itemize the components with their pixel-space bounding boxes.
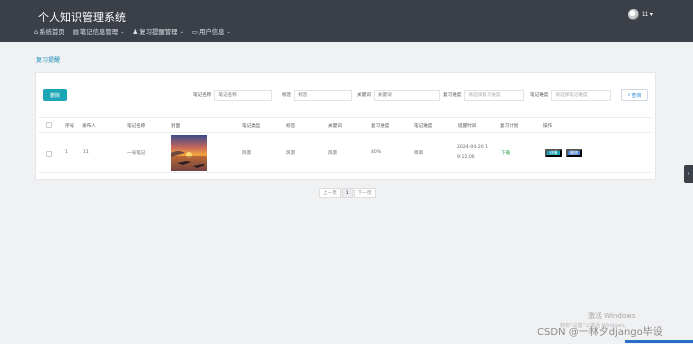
cell-progress: 40% xyxy=(371,150,382,155)
cell-tag: 风景 xyxy=(286,151,296,156)
filter-note-name-label: 笔记名称 xyxy=(193,93,212,98)
difficulty-select[interactable]: 请选择笔记难度 xyxy=(551,89,612,101)
nav-home-label: 系统首页 xyxy=(39,28,65,36)
header-note-name: 笔记名称 xyxy=(127,124,146,129)
progress-select-placeholder: 请选择复习进度 xyxy=(468,93,501,98)
filter-progress-label: 复习进度 xyxy=(443,93,462,98)
detail-button[interactable]: 详情 xyxy=(545,149,562,157)
cell-remind-time-clock: 9:12:06 xyxy=(457,155,475,160)
row-checkbox[interactable] xyxy=(46,151,52,157)
nav-user-info-label: 用户信息 xyxy=(198,28,225,36)
cover-thumbnail xyxy=(171,135,207,171)
filter-note-name: 笔记名称 xyxy=(193,89,273,101)
breadcrumb[interactable]: 复习提醒 xyxy=(36,55,60,64)
filter-difficulty: 笔记难度 请选择笔记难度 xyxy=(530,89,612,101)
note-name-input[interactable] xyxy=(214,89,273,101)
next-page-button[interactable]: 下一页 xyxy=(353,188,376,198)
prev-page-button[interactable]: 上一页 xyxy=(319,188,341,198)
nav-user-info[interactable]: ▭ 用户信息 ⌄ xyxy=(191,27,231,37)
download-link[interactable]: 下载 xyxy=(501,150,510,156)
header-progress: 复习进度 xyxy=(371,124,390,129)
cell-keyword: 风景 xyxy=(328,151,338,156)
sunset-lake-image xyxy=(171,135,207,171)
keyword-input[interactable] xyxy=(373,89,440,101)
progress-select[interactable]: 请选择复习进度 xyxy=(464,89,525,101)
app-title: 个人知识管理系统 xyxy=(38,11,126,24)
filter-difficulty-label: 笔记难度 xyxy=(530,93,549,98)
difficulty-select-placeholder: 请选择笔记难度 xyxy=(555,93,588,98)
user-name: 11 ▾ xyxy=(642,12,653,18)
search-button[interactable]: ⌕ 查询 xyxy=(621,89,648,101)
cell-difficulty: 简单 xyxy=(414,151,424,156)
header-remind-time: 提醒时间 xyxy=(458,124,477,129)
user-menu[interactable]: 11 ▾ xyxy=(628,9,653,20)
filter-tag: 标签 xyxy=(282,89,353,101)
header-actions: 操作 xyxy=(543,124,553,129)
filter-progress: 复习进度 请选择复习进度 xyxy=(443,89,525,101)
header-index: 序号 xyxy=(65,124,75,129)
chevron-down-icon: ⌄ xyxy=(226,28,231,35)
delete-button[interactable]: 删除 xyxy=(43,89,67,101)
main-nav: ⌂ 系统首页 ▤ 笔记信息管理 ⌄ ♟ 复习提醒管理 ⌄ ▭ 用户信息 ⌄ xyxy=(34,27,231,37)
nav-home[interactable]: ⌂ 系统首页 xyxy=(34,27,65,37)
nav-review-management[interactable]: ♟ 复习提醒管理 ⌄ xyxy=(132,27,184,37)
nav-note-management-label: 笔记信息管理 xyxy=(79,28,119,36)
chevron-down-icon: ⌄ xyxy=(120,28,125,35)
filter-keyword-label: 关键词 xyxy=(357,93,371,98)
person-icon: ♟ xyxy=(132,27,139,36)
scrollbar[interactable] xyxy=(625,340,693,343)
cell-note-name: 一号笔记 xyxy=(127,151,146,156)
tag-input[interactable] xyxy=(294,89,353,101)
avatar xyxy=(628,9,639,20)
nav-review-management-label: 复习提醒管理 xyxy=(139,28,178,36)
header-note-type: 笔记类型 xyxy=(242,124,261,129)
cell-index: 1 xyxy=(65,150,68,155)
header-difficulty: 笔记难度 xyxy=(414,124,433,129)
row-delete-button[interactable]: 删除 xyxy=(566,149,582,157)
page-1-button[interactable]: 1 xyxy=(341,188,353,198)
csdn-watermark: CSDN @一林夕django毕设 xyxy=(537,327,663,338)
table-header: 序号 发布人 笔记名称 封面 笔记类型 标签 关键词 复习进度 笔记难度 提醒时… xyxy=(38,117,652,133)
header-keyword: 关键词 xyxy=(328,124,342,129)
home-icon: ⌂ xyxy=(34,27,39,36)
search-button-label: 查询 xyxy=(631,92,642,99)
header-publisher: 发布人 xyxy=(82,124,96,129)
windows-activation-watermark: 激活 Windows xyxy=(588,312,636,320)
pagination: 上一页 1 下一页 xyxy=(319,188,376,198)
side-toggle-tab[interactable]: ‹ xyxy=(684,165,693,183)
header-tag: 标签 xyxy=(286,124,296,129)
cell-publisher: 11 xyxy=(83,150,89,155)
filter-keyword: 关键词 xyxy=(357,89,440,101)
cell-remind-time-date: 2024-04-20 1 xyxy=(457,145,489,150)
header-cover: 封面 xyxy=(171,124,181,129)
select-all-checkbox[interactable] xyxy=(46,122,52,128)
list-icon: ▤ xyxy=(72,27,79,36)
search-icon: ⌕ xyxy=(627,92,631,98)
chevron-down-icon: ⌄ xyxy=(179,28,184,35)
cell-note-type: 风景 xyxy=(242,151,252,156)
header-plan: 复习计划 xyxy=(500,124,519,129)
id-card-icon: ▭ xyxy=(191,27,198,36)
nav-note-management[interactable]: ▤ 笔记信息管理 ⌄ xyxy=(72,27,125,37)
filter-tag-label: 标签 xyxy=(282,93,292,98)
